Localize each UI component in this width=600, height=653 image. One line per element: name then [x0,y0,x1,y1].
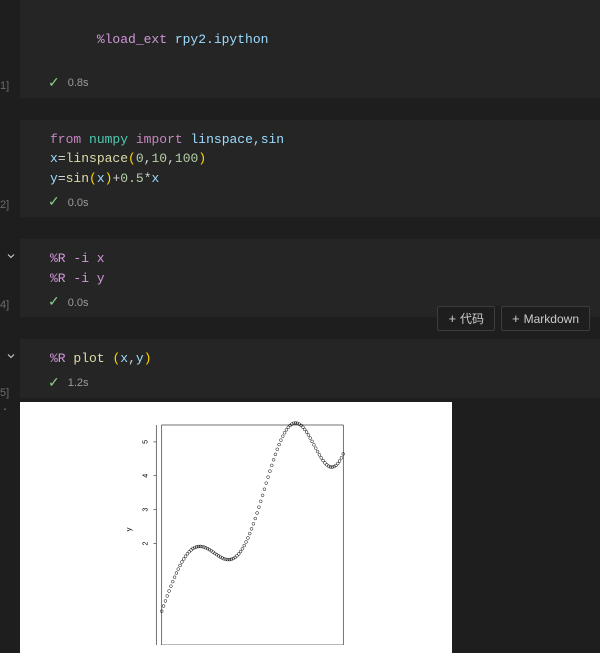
cell-index: 4] [0,299,9,311]
insert-toolbar: + 代码 + Markdown [437,306,590,331]
svg-text:3: 3 [141,507,149,511]
svg-text:2: 2 [141,541,149,545]
cell-index: 5] [0,387,9,399]
exec-time: 0.8s [68,77,89,89]
add-markdown-label: Markdown [524,312,579,326]
add-code-button[interactable]: + 代码 [437,306,495,331]
plus-icon: + [448,311,456,326]
code-line: %load_ext rpy2.ipython [50,10,586,69]
status-row: ✓ 0.8s [48,75,586,92]
code-line: y=sin(x)+0.5*x [50,169,586,189]
code-line: %R plot (x,y) [50,349,586,369]
check-icon: ✓ [48,375,60,392]
plus-icon: + [512,311,520,326]
code-cell-1: %load_ext rpy2.ipython ✓ 0.8s [20,0,600,98]
code-line: %R -i y [50,269,586,289]
cell-index: 1] [0,80,9,92]
cell-index: 2] [0,199,9,211]
code-cell-4: %R plot (x,y) ✓ 1.2s [20,339,600,398]
svg-text:4: 4 [141,473,149,477]
plot-output: y 2 3 4 5 [20,402,452,653]
collapse-chevron-icon[interactable] [4,249,18,263]
output-marker: . [2,403,8,589]
code-line: %R -i x [50,249,586,269]
y-axis-label: y [124,527,133,531]
code-line: from numpy import linspace,sin [50,130,586,150]
exec-time: 0.0s [68,197,89,209]
code-line: x=linspace(0,10,100) [50,149,586,169]
check-icon: ✓ [48,294,60,311]
exec-time: 0.0s [68,297,89,309]
scatter-plot: y 2 3 4 5 [32,414,440,645]
check-icon: ✓ [48,75,60,92]
svg-text:5: 5 [141,439,149,443]
collapse-chevron-icon[interactable] [4,349,18,363]
check-icon: ✓ [48,194,60,211]
add-markdown-button[interactable]: + Markdown [501,306,590,331]
status-row: ✓ 0.0s [48,194,586,211]
exec-time: 1.2s [68,377,89,389]
add-code-label: 代码 [460,310,484,327]
status-row: ✓ 1.2s [48,375,586,392]
code-cell-2: from numpy import linspace,sin x=linspac… [20,120,600,218]
